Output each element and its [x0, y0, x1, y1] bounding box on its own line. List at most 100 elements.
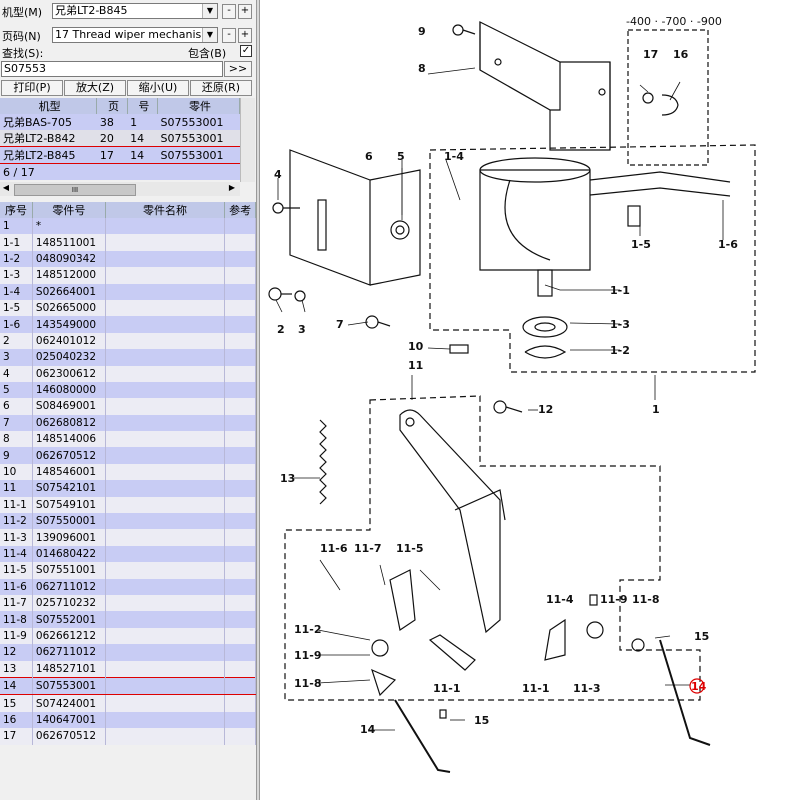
contains-checkbox[interactable]: ✓: [240, 45, 252, 57]
table-row[interactable]: 16 140647001: [0, 711, 256, 729]
callout-7[interactable]: 7: [336, 318, 344, 331]
callout-11-2[interactable]: 11-2: [294, 623, 322, 636]
callout-11-7[interactable]: 11-7: [354, 542, 382, 555]
callout-11-1-left[interactable]: 11-1: [433, 682, 461, 695]
parts-header-partname[interactable]: 零件名称: [105, 202, 226, 218]
diagram-view[interactable]: -400 · -700 · -900 9 8 17 16 6 5 1-4 4 2…: [260, 0, 800, 800]
callout-2[interactable]: 2: [277, 323, 285, 336]
callout-1-1[interactable]: 1-1: [610, 284, 630, 297]
callout-11-9-right[interactable]: 11-9: [600, 593, 628, 606]
table-row[interactable]: 12 062711012: [0, 644, 256, 661]
table-row[interactable]: 11-6 062711012: [0, 578, 256, 595]
scroll-left-icon[interactable]: ◀: [0, 183, 12, 195]
callout-11-3[interactable]: 11-3: [573, 682, 601, 695]
table-row-selected[interactable]: 14 S07553001: [0, 676, 256, 696]
table-row[interactable]: 10 148546001: [0, 463, 256, 481]
restore-button[interactable]: 还原(R): [190, 80, 252, 96]
callout-16[interactable]: 16: [673, 48, 689, 61]
table-row[interactable]: 8 148514006: [0, 431, 256, 448]
table-row[interactable]: 11-4 014680422: [0, 545, 256, 563]
go-button[interactable]: >>: [224, 61, 252, 77]
callout-11[interactable]: 11: [408, 359, 423, 372]
table-row[interactable]: 1-5 S02665000: [0, 299, 256, 317]
table-row-selected[interactable]: 兄弟LT2-B845 17 14 S07553001: [0, 146, 240, 164]
callout-1-4[interactable]: 1-4: [444, 150, 464, 163]
callout-10[interactable]: 10: [408, 340, 424, 353]
callout-1-3[interactable]: 1-3: [610, 318, 630, 331]
table-row[interactable]: 3 025040232: [0, 349, 256, 366]
callout-14-left[interactable]: 14: [360, 723, 376, 736]
results-header-page[interactable]: 页: [96, 98, 128, 114]
table-row[interactable]: 11-5 S07551001: [0, 562, 256, 579]
callout-5[interactable]: 5: [397, 150, 405, 163]
callout-14-highlighted[interactable]: 14: [691, 680, 707, 693]
table-row[interactable]: 1 *: [0, 218, 256, 235]
model-select[interactable]: 兄弟LT2-B845 ▼: [52, 3, 218, 19]
table-row[interactable]: 11-9 062661212: [0, 627, 256, 645]
page-next-button[interactable]: +: [238, 28, 252, 43]
callout-11-6[interactable]: 11-6: [320, 542, 348, 555]
results-header-part[interactable]: 零件: [157, 98, 241, 114]
table-row[interactable]: 15 S07424001: [0, 694, 256, 712]
table-row[interactable]: 6 S08469001: [0, 398, 256, 415]
callout-4[interactable]: 4: [274, 168, 282, 181]
table-row[interactable]: 1-4 S02664001: [0, 283, 256, 300]
table-row[interactable]: 9 062670512: [0, 447, 256, 464]
callout-13[interactable]: 13: [280, 472, 295, 485]
callout-1-6[interactable]: 1-6: [718, 238, 738, 251]
table-row[interactable]: 11-2 S07550001: [0, 513, 256, 530]
parts-header-ref[interactable]: 参考: [224, 202, 256, 218]
table-row[interactable]: 4 062300612: [0, 365, 256, 382]
chevron-down-icon[interactable]: ▼: [202, 4, 217, 18]
table-row[interactable]: 5 146080000: [0, 381, 256, 399]
callout-12[interactable]: 12: [538, 403, 553, 416]
chevron-down-icon[interactable]: ▼: [202, 28, 217, 42]
callout-1-2[interactable]: 1-2: [610, 344, 630, 357]
table-row[interactable]: 11-3 139096001: [0, 529, 256, 546]
callout-11-1-right[interactable]: 11-1: [522, 682, 550, 695]
callout-1-5[interactable]: 1-5: [631, 238, 651, 251]
results-header-model[interactable]: 机型: [0, 98, 98, 114]
find-input[interactable]: S07553: [1, 61, 223, 77]
callout-3[interactable]: 3: [298, 323, 306, 336]
callout-11-5[interactable]: 11-5: [396, 542, 424, 555]
table-row[interactable]: 兄弟LT2-B842 20 14 S07553001: [0, 130, 240, 147]
page-prev-button[interactable]: -: [222, 28, 236, 43]
results-vscrollbar[interactable]: [240, 98, 255, 182]
callout-11-8-right[interactable]: 11-8: [632, 593, 660, 606]
table-row[interactable]: 兄弟BAS-705 38 1 S07553001: [0, 114, 240, 130]
callout-11-9-left[interactable]: 11-9: [294, 649, 322, 662]
callout-1[interactable]: 1: [652, 403, 660, 416]
zoom-in-button[interactable]: 放大(Z): [64, 80, 126, 96]
scroll-right-icon[interactable]: ▶: [226, 183, 238, 195]
model-next-button[interactable]: +: [238, 4, 252, 19]
hscroll-thumb[interactable]: III: [14, 184, 136, 196]
callout-6[interactable]: 6: [365, 150, 373, 163]
results-header-no[interactable]: 号: [127, 98, 158, 114]
table-row[interactable]: 1-2 048090342: [0, 250, 256, 268]
callout-8[interactable]: 8: [418, 62, 426, 75]
table-row[interactable]: 7 062680812: [0, 414, 256, 432]
callout-11-4[interactable]: 11-4: [546, 593, 574, 606]
results-hscrollbar[interactable]: ◀ III ▶: [0, 182, 240, 196]
table-row[interactable]: 11-1 S07549101: [0, 496, 256, 514]
page-select[interactable]: 17 Thread wiper mechanism ▼: [52, 27, 218, 43]
callout-15-right[interactable]: 15: [694, 630, 709, 643]
table-row[interactable]: 13 148527101: [0, 660, 256, 678]
callout-11-8-left[interactable]: 11-8: [294, 677, 322, 690]
print-button[interactable]: 打印(P): [1, 80, 63, 96]
parts-header-partno[interactable]: 零件号: [32, 202, 106, 218]
table-row[interactable]: 1-6 143549000: [0, 316, 256, 333]
parts-header-seq[interactable]: 序号: [0, 202, 33, 218]
table-row[interactable]: 11-8 S07552001: [0, 611, 256, 628]
table-row[interactable]: 2 062401012: [0, 332, 256, 350]
table-row[interactable]: 11-7 025710232: [0, 594, 256, 612]
model-prev-button[interactable]: -: [222, 4, 236, 19]
callout-17[interactable]: 17: [643, 48, 658, 61]
zoom-out-button[interactable]: 缩小(U): [127, 80, 189, 96]
callout-9[interactable]: 9: [418, 25, 426, 38]
table-row[interactable]: 1-3 148512000: [0, 267, 256, 284]
table-row[interactable]: 11 S07542101: [0, 480, 256, 497]
table-row[interactable]: 1-1 148511001: [0, 234, 256, 251]
table-row[interactable]: 17 062670512: [0, 728, 256, 745]
